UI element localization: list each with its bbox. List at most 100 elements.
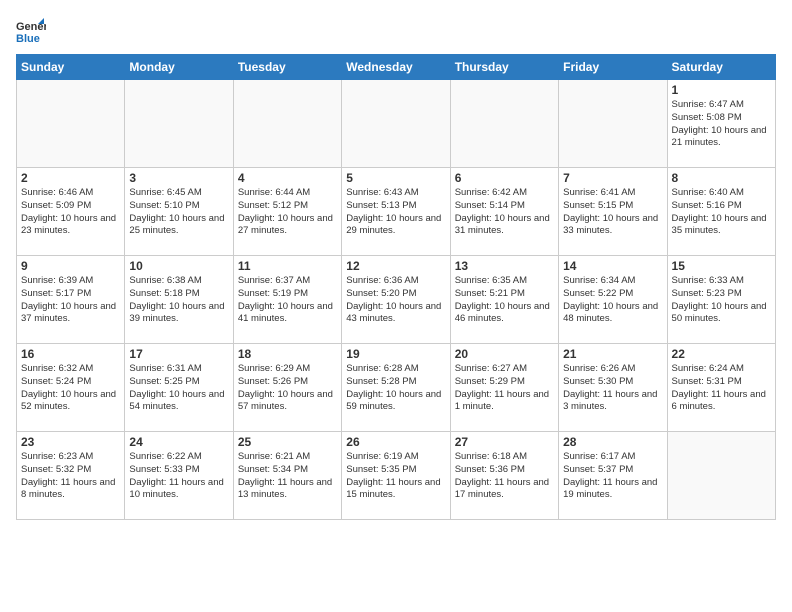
logo: General Blue [16,16,46,46]
day-number: 7 [563,171,662,185]
calendar-cell: 7 Sunrise: 6:41 AM Sunset: 5:15 PM Daylig… [559,168,667,256]
calendar-cell: 24 Sunrise: 6:22 AM Sunset: 5:33 PM Dayli… [125,432,233,520]
day-info: Sunrise: 6:21 AM Sunset: 5:34 PM Dayligh… [238,451,337,502]
day-number: 25 [238,435,337,449]
day-info: Sunrise: 6:42 AM Sunset: 5:14 PM Dayligh… [455,187,554,238]
weekday-header-thursday: Thursday [450,55,558,80]
day-number: 24 [129,435,228,449]
day-info: Sunrise: 6:26 AM Sunset: 5:30 PM Dayligh… [563,363,662,414]
day-info: Sunrise: 6:23 AM Sunset: 5:32 PM Dayligh… [21,451,120,502]
day-info: Sunrise: 6:39 AM Sunset: 5:17 PM Dayligh… [21,275,120,326]
week-row-3: 9Sunrise: 6:39 AM Sunset: 5:17 PM Daylig… [17,256,776,344]
day-info: Sunrise: 6:24 AM Sunset: 5:31 PM Dayligh… [672,363,771,414]
calendar-cell: 19 Sunrise: 6:28 AM Sunset: 5:28 PM Dayli… [342,344,450,432]
calendar-cell: 9Sunrise: 6:39 AM Sunset: 5:17 PM Daylig… [17,256,125,344]
day-info: Sunrise: 6:19 AM Sunset: 5:35 PM Dayligh… [346,451,445,502]
day-info: Sunrise: 6:27 AM Sunset: 5:29 PM Dayligh… [455,363,554,414]
calendar-cell: 17 Sunrise: 6:31 AM Sunset: 5:25 PM Dayli… [125,344,233,432]
day-number: 10 [129,259,228,273]
day-info: Sunrise: 6:18 AM Sunset: 5:36 PM Dayligh… [455,451,554,502]
day-number: 17 [129,347,228,361]
day-number: 27 [455,435,554,449]
day-number: 19 [346,347,445,361]
day-info: Sunrise: 6:31 AM Sunset: 5:25 PM Dayligh… [129,363,228,414]
calendar-cell: 25 Sunrise: 6:21 AM Sunset: 5:34 PM Dayli… [233,432,341,520]
day-info: Sunrise: 6:29 AM Sunset: 5:26 PM Dayligh… [238,363,337,414]
day-number: 4 [238,171,337,185]
weekday-header-saturday: Saturday [667,55,775,80]
day-number: 8 [672,171,771,185]
calendar-cell: 27 Sunrise: 6:18 AM Sunset: 5:36 PM Dayli… [450,432,558,520]
calendar-cell: 10 Sunrise: 6:38 AM Sunset: 5:18 PM Dayli… [125,256,233,344]
calendar-table: SundayMondayTuesdayWednesdayThursdayFrid… [16,54,776,520]
calendar-cell: 1 Sunrise: 6:47 AM Sunset: 5:08 PM Daylig… [667,80,775,168]
calendar-cell [125,80,233,168]
week-row-5: 23 Sunrise: 6:23 AM Sunset: 5:32 PM Dayli… [17,432,776,520]
day-number: 20 [455,347,554,361]
day-info: Sunrise: 6:45 AM Sunset: 5:10 PM Dayligh… [129,187,228,238]
calendar-cell: 3 Sunrise: 6:45 AM Sunset: 5:10 PM Daylig… [125,168,233,256]
day-number: 16 [21,347,120,361]
day-number: 11 [238,259,337,273]
calendar-cell: 23 Sunrise: 6:23 AM Sunset: 5:32 PM Dayli… [17,432,125,520]
weekday-header-wednesday: Wednesday [342,55,450,80]
day-info: Sunrise: 6:28 AM Sunset: 5:28 PM Dayligh… [346,363,445,414]
day-number: 26 [346,435,445,449]
page-header: General Blue [16,16,776,46]
calendar-cell [17,80,125,168]
calendar-cell: 5 Sunrise: 6:43 AM Sunset: 5:13 PM Daylig… [342,168,450,256]
day-number: 12 [346,259,445,273]
calendar-cell: 8Sunrise: 6:40 AM Sunset: 5:16 PM Daylig… [667,168,775,256]
day-number: 5 [346,171,445,185]
calendar-cell: 18 Sunrise: 6:29 AM Sunset: 5:26 PM Dayli… [233,344,341,432]
calendar-cell: 26 Sunrise: 6:19 AM Sunset: 5:35 PM Dayli… [342,432,450,520]
calendar-cell: 14 Sunrise: 6:34 AM Sunset: 5:22 PM Dayli… [559,256,667,344]
calendar-cell [450,80,558,168]
week-row-1: 1 Sunrise: 6:47 AM Sunset: 5:08 PM Daylig… [17,80,776,168]
logo-icon: General Blue [16,16,46,46]
day-number: 15 [672,259,771,273]
day-number: 23 [21,435,120,449]
weekday-header-sunday: Sunday [17,55,125,80]
week-row-4: 16 Sunrise: 6:32 AM Sunset: 5:24 PM Dayli… [17,344,776,432]
day-info: Sunrise: 6:22 AM Sunset: 5:33 PM Dayligh… [129,451,228,502]
day-info: Sunrise: 6:46 AM Sunset: 5:09 PM Dayligh… [21,187,120,238]
weekday-header-friday: Friday [559,55,667,80]
svg-text:Blue: Blue [16,33,40,45]
day-info: Sunrise: 6:37 AM Sunset: 5:19 PM Dayligh… [238,275,337,326]
calendar-cell [233,80,341,168]
calendar-cell: 16 Sunrise: 6:32 AM Sunset: 5:24 PM Dayli… [17,344,125,432]
day-info: Sunrise: 6:33 AM Sunset: 5:23 PM Dayligh… [672,275,771,326]
day-number: 6 [455,171,554,185]
calendar-cell: 4 Sunrise: 6:44 AM Sunset: 5:12 PM Daylig… [233,168,341,256]
day-info: Sunrise: 6:32 AM Sunset: 5:24 PM Dayligh… [21,363,120,414]
week-row-2: 2 Sunrise: 6:46 AM Sunset: 5:09 PM Daylig… [17,168,776,256]
day-info: Sunrise: 6:17 AM Sunset: 5:37 PM Dayligh… [563,451,662,502]
weekday-header-tuesday: Tuesday [233,55,341,80]
calendar-cell: 21 Sunrise: 6:26 AM Sunset: 5:30 PM Dayli… [559,344,667,432]
day-number: 13 [455,259,554,273]
calendar-cell [667,432,775,520]
day-number: 28 [563,435,662,449]
day-info: Sunrise: 6:36 AM Sunset: 5:20 PM Dayligh… [346,275,445,326]
calendar-cell: 22Sunrise: 6:24 AM Sunset: 5:31 PM Dayli… [667,344,775,432]
day-number: 21 [563,347,662,361]
calendar-cell: 11 Sunrise: 6:37 AM Sunset: 5:19 PM Dayli… [233,256,341,344]
day-number: 3 [129,171,228,185]
day-number: 18 [238,347,337,361]
day-info: Sunrise: 6:34 AM Sunset: 5:22 PM Dayligh… [563,275,662,326]
calendar-cell: 12 Sunrise: 6:36 AM Sunset: 5:20 PM Dayli… [342,256,450,344]
day-info: Sunrise: 6:35 AM Sunset: 5:21 PM Dayligh… [455,275,554,326]
day-number: 2 [21,171,120,185]
calendar-cell: 15 Sunrise: 6:33 AM Sunset: 5:23 PM Dayli… [667,256,775,344]
day-number: 1 [672,83,771,97]
day-info: Sunrise: 6:41 AM Sunset: 5:15 PM Dayligh… [563,187,662,238]
day-info: Sunrise: 6:38 AM Sunset: 5:18 PM Dayligh… [129,275,228,326]
day-info: Sunrise: 6:47 AM Sunset: 5:08 PM Dayligh… [672,99,771,150]
weekday-header-monday: Monday [125,55,233,80]
day-info: Sunrise: 6:43 AM Sunset: 5:13 PM Dayligh… [346,187,445,238]
day-info: Sunrise: 6:44 AM Sunset: 5:12 PM Dayligh… [238,187,337,238]
day-number: 14 [563,259,662,273]
calendar-cell [342,80,450,168]
calendar-cell: 13 Sunrise: 6:35 AM Sunset: 5:21 PM Dayli… [450,256,558,344]
